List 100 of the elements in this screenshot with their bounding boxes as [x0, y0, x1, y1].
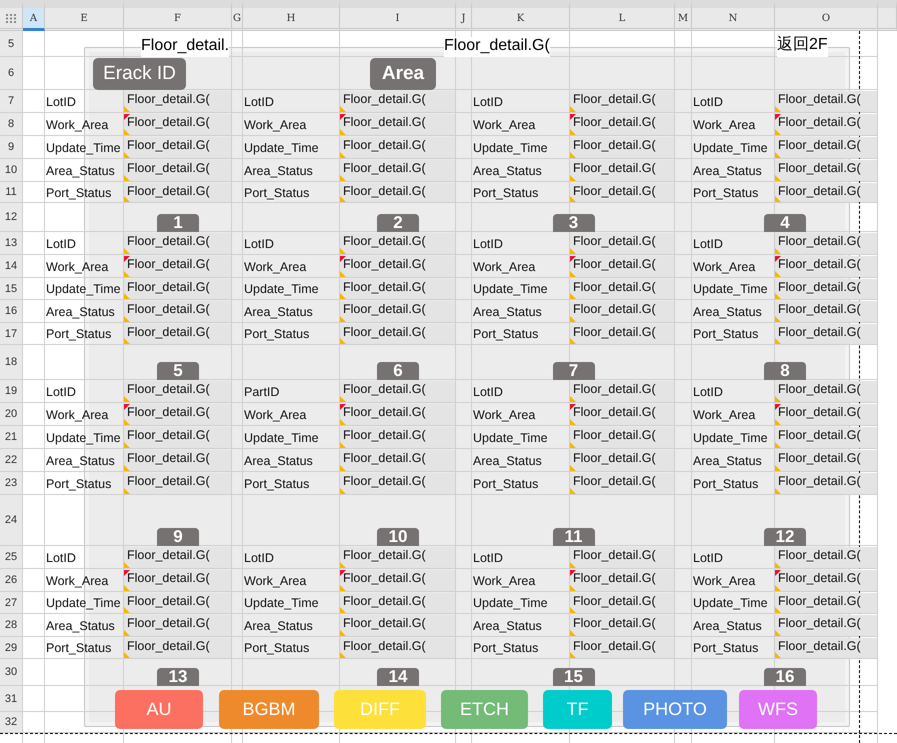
field-value: Floor_detail.G( [778, 325, 861, 339]
field-label: Port_Status [45, 476, 112, 490]
header-button[interactable]: Area [370, 58, 436, 90]
note-marker-icon [570, 585, 576, 591]
field-value: Floor_detail.G( [343, 257, 426, 271]
field-label: LotID [692, 94, 724, 108]
field-label: Update_Time [692, 596, 769, 610]
row-header[interactable]: 11 [0, 182, 23, 203]
field-label: Work_Area [692, 574, 756, 588]
field-label: Update_Time [243, 140, 320, 154]
field-value: Floor_detail.G( [573, 616, 656, 630]
row-header[interactable]: 20 [0, 403, 23, 426]
field-label: Update_Time [472, 282, 549, 296]
column-header[interactable]: F [124, 0, 232, 31]
field-value: Floor_detail.G( [778, 115, 861, 129]
row-header[interactable]: 13 [0, 232, 23, 255]
row-header[interactable]: 30 [0, 659, 23, 686]
field-value: Floor_detail.G( [573, 405, 656, 419]
field-label: Port_Status [472, 327, 540, 341]
field-value: Floor_detail.G( [573, 325, 656, 339]
row-header[interactable]: 6 [0, 57, 23, 90]
field-value: Floor_detail.G( [127, 184, 210, 198]
note-marker-icon [124, 271, 130, 277]
field-value: Floor_detail.G( [343, 639, 426, 653]
column-header[interactable]: L [570, 0, 675, 31]
field-value: Floor_detail.G( [778, 548, 861, 562]
field-label: Work_Area [472, 574, 536, 588]
grid-icon[interactable] [6, 14, 16, 22]
field-value: Floor_detail.G( [778, 428, 861, 442]
row-header[interactable]: 26 [0, 569, 23, 592]
comment-marker-icon [570, 114, 576, 120]
row-header[interactable]: 15 [0, 278, 23, 300]
row-header[interactable]: 8 [0, 113, 23, 136]
column-header[interactable]: N [692, 0, 775, 31]
row-header[interactable]: 9 [0, 136, 23, 159]
row-header[interactable]: 31 [0, 686, 23, 712]
field-value: Floor_detail.G( [778, 616, 861, 630]
field-label: Port_Status [243, 327, 310, 341]
row-header[interactable]: 24 [0, 495, 23, 546]
row-header[interactable]: 14 [0, 255, 23, 278]
field-value: Floor_detail.G( [343, 474, 426, 488]
field-label: Update_Time [45, 430, 122, 444]
field-label: Update_Time [45, 140, 122, 154]
row-header[interactable]: 32 [0, 712, 23, 733]
row-header[interactable]: 7 [0, 90, 23, 113]
row-header[interactable]: 19 [0, 380, 23, 403]
slot-number: 14 [377, 668, 419, 686]
comment-marker-icon [775, 256, 781, 262]
field-value: Floor_detail.G( [573, 382, 656, 396]
slot-number: 4 [764, 214, 806, 232]
note-marker-icon [775, 419, 781, 425]
slot-number: 5 [157, 362, 199, 380]
column-header[interactable]: K [472, 0, 570, 31]
header-button[interactable]: Erack ID [93, 58, 186, 90]
row-header[interactable]: 12 [0, 203, 23, 232]
field-label: Update_Time [243, 596, 320, 610]
field-label: Work_Area [243, 260, 308, 274]
field-value: Floor_detail.G( [127, 571, 210, 585]
row-header[interactable]: 10 [0, 159, 23, 182]
row-header[interactable]: 28 [0, 614, 23, 637]
row-header[interactable]: 16 [0, 300, 23, 323]
row-header[interactable]: 25 [0, 546, 23, 569]
row-header[interactable]: 5 [0, 31, 23, 57]
field-label: Port_Status [243, 476, 310, 490]
note-marker-icon [340, 652, 346, 658]
note-marker-icon [570, 316, 576, 322]
field-label: Work_Area [45, 260, 110, 274]
row-header[interactable]: 21 [0, 426, 23, 449]
column-header[interactable]: M [675, 0, 692, 31]
note-marker-icon [340, 607, 346, 613]
column-header[interactable]: G [232, 0, 243, 31]
note-marker-icon [775, 465, 781, 471]
row-header[interactable]: 18 [0, 345, 23, 380]
note-marker-icon [124, 175, 130, 181]
slot-number: 2 [377, 214, 419, 232]
row-header[interactable]: 23 [0, 472, 23, 495]
column-header[interactable]: A [23, 0, 45, 31]
field-value: Floor_detail.G( [778, 161, 861, 175]
note-marker-icon [570, 338, 576, 344]
field-label: LotID [45, 94, 77, 108]
column-header[interactable]: E [45, 0, 124, 31]
field-label: Work_Area [472, 260, 536, 274]
row-header[interactable]: 27 [0, 592, 23, 614]
comment-marker-icon [124, 404, 130, 410]
row-header[interactable]: 29 [0, 637, 23, 659]
field-value: Floor_detail.G( [343, 92, 426, 106]
note-marker-icon [775, 248, 781, 254]
column-header[interactable]: J [456, 0, 472, 31]
note-marker-icon [124, 630, 130, 636]
row-header[interactable]: 22 [0, 449, 23, 472]
column-header[interactable]: I [340, 0, 456, 31]
slot-number: 9 [157, 528, 199, 546]
field-label: Area_Status [472, 618, 543, 632]
note-marker-icon [570, 465, 576, 471]
note-marker-icon [570, 175, 576, 181]
note-marker-icon [124, 129, 130, 135]
row-header[interactable]: 17 [0, 323, 23, 345]
column-header[interactable]: O [775, 0, 878, 31]
note-marker-icon [570, 442, 576, 448]
column-header[interactable]: H [243, 0, 340, 31]
